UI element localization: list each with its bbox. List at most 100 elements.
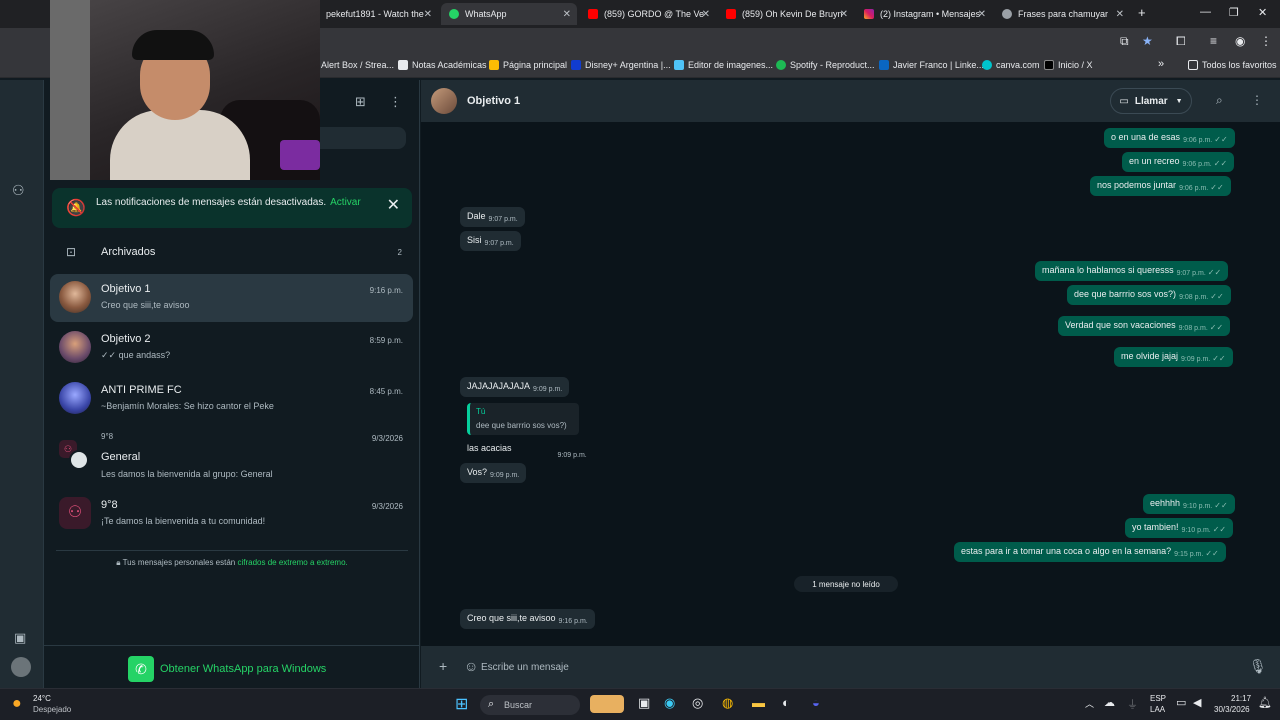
media-gallery-icon[interactable]: ▣ bbox=[14, 630, 26, 646]
bookmark-item[interactable]: Notas Académicas bbox=[398, 60, 487, 70]
minimize-button[interactable]: — bbox=[1200, 6, 1211, 18]
media-icon[interactable]: ≡ bbox=[1210, 34, 1217, 48]
close-icon[interactable]: ✕ bbox=[1116, 9, 1124, 20]
chat-preview: Creo que siii,te avisoo bbox=[101, 300, 190, 310]
tab-whatsapp[interactable]: WhatsApp ✕ bbox=[441, 3, 577, 25]
chat-item-community[interactable]: ⚇ 9°8 ¡Te damos la bienvenida a tu comun… bbox=[50, 490, 413, 538]
app-icon[interactable]: ◐ bbox=[782, 695, 790, 710]
bookmark-item[interactable]: Javier Franco | Linke... bbox=[879, 60, 984, 70]
activate-link[interactable]: Activar bbox=[330, 197, 361, 208]
chat-item-objetivo-1[interactable]: Objetivo 1 Creo que siii,te avisoo 9:16 … bbox=[50, 274, 413, 322]
close-icon[interactable]: ✕ bbox=[563, 9, 571, 20]
bookmark-item[interactable]: Spotify - Reproduct... bbox=[776, 60, 875, 70]
message-outgoing[interactable]: Verdad que son vacaciones 9:08 p.m. ✓✓ bbox=[1058, 316, 1231, 336]
bookmark-item[interactable]: canva.com bbox=[982, 60, 1040, 70]
get-windows-app-link[interactable]: ✆ Obtener WhatsApp para Windows bbox=[128, 656, 326, 682]
encryption-link[interactable]: cifrados de extremo a extremo. bbox=[237, 558, 347, 567]
message-outgoing[interactable]: en un recreo 9:06 p.m. ✓✓ bbox=[1122, 152, 1235, 172]
volume-icon[interactable]: ◀ bbox=[1193, 696, 1201, 709]
discord-icon[interactable]: ◒ bbox=[812, 695, 820, 710]
chat-item-general[interactable]: ⚇ 9°8 General Les damos la bienvenida al… bbox=[50, 430, 413, 486]
close-icon[interactable]: ✕ bbox=[978, 9, 986, 20]
message-outgoing[interactable]: me olvide jajaj 9:09 p.m. ✓✓ bbox=[1114, 347, 1233, 367]
profile-avatar[interactable] bbox=[11, 657, 31, 677]
task-view-icon[interactable]: ▣ bbox=[638, 695, 650, 711]
weather-temp[interactable]: 24°C bbox=[33, 694, 51, 703]
close-icon[interactable]: ✕ bbox=[840, 9, 848, 20]
chat-header[interactable]: Objetivo 1 ▭ Llamar ▼ ⌕ ⋮ bbox=[421, 80, 1280, 122]
bookmark-star-icon[interactable]: ★ bbox=[1142, 34, 1153, 48]
message-outgoing[interactable]: o en una de esas 9:06 p.m. ✓✓ bbox=[1104, 128, 1235, 148]
keyboard-layout[interactable]: LAA bbox=[1150, 705, 1165, 714]
bookmark-item[interactable]: Inicio / X bbox=[1044, 60, 1093, 70]
message-incoming[interactable]: Creo que siii,te avisoo 9:16 p.m. bbox=[460, 609, 595, 629]
clock-time[interactable]: 21:17 bbox=[1231, 694, 1251, 703]
usb-icon[interactable]: ⏚ bbox=[1127, 696, 1138, 712]
bookmark-item[interactable]: Página principal bbox=[489, 60, 567, 70]
search-icon[interactable]: ⌕ bbox=[1216, 93, 1223, 108]
plus-icon[interactable]: + bbox=[439, 658, 447, 674]
new-tab-button[interactable]: + bbox=[1138, 5, 1146, 20]
message-incoming[interactable]: Dale 9:07 p.m. bbox=[460, 207, 525, 227]
chat-menu-icon[interactable]: ⋮ bbox=[1251, 93, 1263, 107]
message-outgoing[interactable]: dee que barrrio sos vos?) 9:08 p.m. ✓✓ bbox=[1067, 285, 1231, 305]
taskbar-search[interactable]: ⌕ Buscar bbox=[480, 695, 580, 715]
network-icon[interactable]: ▭ bbox=[1176, 696, 1186, 709]
chrome-icon[interactable]: ◍ bbox=[722, 695, 733, 711]
windows-start-icon[interactable]: ⊞ bbox=[455, 694, 468, 714]
message-incoming[interactable]: Sisi 9:07 p.m. bbox=[460, 231, 521, 251]
contact-avatar[interactable] bbox=[431, 88, 457, 114]
window-close-button[interactable]: ✕ bbox=[1258, 6, 1267, 19]
message-incoming[interactable]: Vos? 9:09 p.m. bbox=[460, 463, 527, 483]
message-outgoing[interactable]: estas para ir a tomar una coca o algo en… bbox=[954, 542, 1226, 562]
weather-icon[interactable]: ● bbox=[12, 695, 22, 713]
chat-title[interactable]: Objetivo 1 bbox=[467, 95, 520, 107]
edge-icon[interactable]: ◉ bbox=[664, 695, 675, 711]
message-input[interactable] bbox=[481, 654, 1241, 680]
close-icon[interactable]: ✕ bbox=[702, 9, 710, 20]
language-indicator[interactable]: ESP bbox=[1150, 694, 1166, 703]
message-outgoing[interactable]: yo tambien! 9:10 p.m. ✓✓ bbox=[1125, 518, 1234, 538]
chat-item-anti-prime-fc[interactable]: ANTI PRIME FC ~Benjamín Morales: Se hizo… bbox=[50, 375, 413, 423]
message-outgoing[interactable]: mañana lo hablamos si queresss 9:07 p.m. ✓… bbox=[1035, 261, 1229, 281]
cast-icon[interactable]: ⧉ bbox=[1120, 34, 1129, 49]
quoted-message[interactable]: Tú dee que barrrio sos vos?) bbox=[467, 403, 579, 435]
communities-icon[interactable]: ⚇ bbox=[12, 182, 25, 199]
microphone-icon[interactable]: 🎙︎ bbox=[1249, 658, 1267, 675]
close-icon[interactable]: ✕ bbox=[424, 9, 432, 20]
community-icon: ⚇ bbox=[59, 497, 91, 529]
bookmark-item[interactable]: Editor de imagenes... bbox=[674, 60, 773, 70]
archived-row[interactable]: ⊡ Archivados 2 bbox=[52, 240, 412, 266]
maximize-button[interactable]: ❐ bbox=[1229, 6, 1239, 19]
file-explorer-icon[interactable]: ▬ bbox=[752, 695, 765, 710]
all-bookmarks-button[interactable]: Todos los favoritos bbox=[1188, 60, 1277, 70]
profile-icon[interactable]: ◉ bbox=[1235, 34, 1245, 48]
steam-icon[interactable]: ◎ bbox=[692, 695, 703, 711]
message-outgoing[interactable]: nos podemos juntar 9:06 p.m. ✓✓ bbox=[1090, 176, 1231, 196]
call-button[interactable]: ▭ Llamar ▼ bbox=[1110, 88, 1192, 114]
bookmark-item[interactable]: Alert Box / Strea... bbox=[321, 60, 394, 70]
browser-menu-icon[interactable]: ⋮ bbox=[1260, 34, 1272, 48]
notification-bell-icon[interactable]: 🔔︎ bbox=[1258, 696, 1272, 709]
tab-twitch[interactable]: pekefut1891 - Watch the ✕ bbox=[318, 3, 438, 25]
tab-frases[interactable]: Frases para chamuyar ✕ bbox=[994, 3, 1130, 25]
bookmark-item[interactable]: Disney+ Argentina |... bbox=[571, 60, 671, 70]
cloud-icon[interactable]: ☁ bbox=[1104, 696, 1115, 709]
message-outgoing[interactable]: eehhhh 9:10 p.m. ✓✓ bbox=[1143, 494, 1235, 514]
chevron-up-icon[interactable]: ︿ bbox=[1085, 697, 1094, 710]
weather-desc[interactable]: Despejado bbox=[33, 705, 71, 714]
chat-item-objetivo-2[interactable]: Objetivo 2 ✓✓ que andass? 8:59 p.m. bbox=[50, 324, 413, 372]
message-incoming[interactable]: JAJAJAJAJAJA 9:09 p.m. bbox=[460, 377, 570, 397]
menu-icon[interactable]: ⋮ bbox=[389, 94, 402, 110]
tab-youtube-kevin[interactable]: (859) Oh Kevin De Bruyne ✕ bbox=[718, 3, 854, 25]
tab-instagram[interactable]: (2) Instagram • Mensajes ✕ bbox=[856, 3, 992, 25]
new-chat-icon[interactable]: ⊞ bbox=[355, 94, 366, 110]
bookmarks-overflow-button[interactable]: » bbox=[1158, 58, 1164, 70]
emoji-icon[interactable]: ☺ bbox=[464, 658, 478, 674]
close-icon[interactable]: ✕ bbox=[387, 195, 400, 215]
clock-date[interactable]: 30/3/2026 bbox=[1214, 705, 1250, 714]
tab-youtube-gordo[interactable]: (859) GORDO @ The Vers ✕ bbox=[580, 3, 716, 25]
extensions-icon[interactable]: ⧠ bbox=[1176, 34, 1186, 49]
message-incoming[interactable]: las acacias 9:09 p.m. bbox=[460, 439, 594, 459]
search-highlight-icon[interactable] bbox=[590, 695, 624, 713]
